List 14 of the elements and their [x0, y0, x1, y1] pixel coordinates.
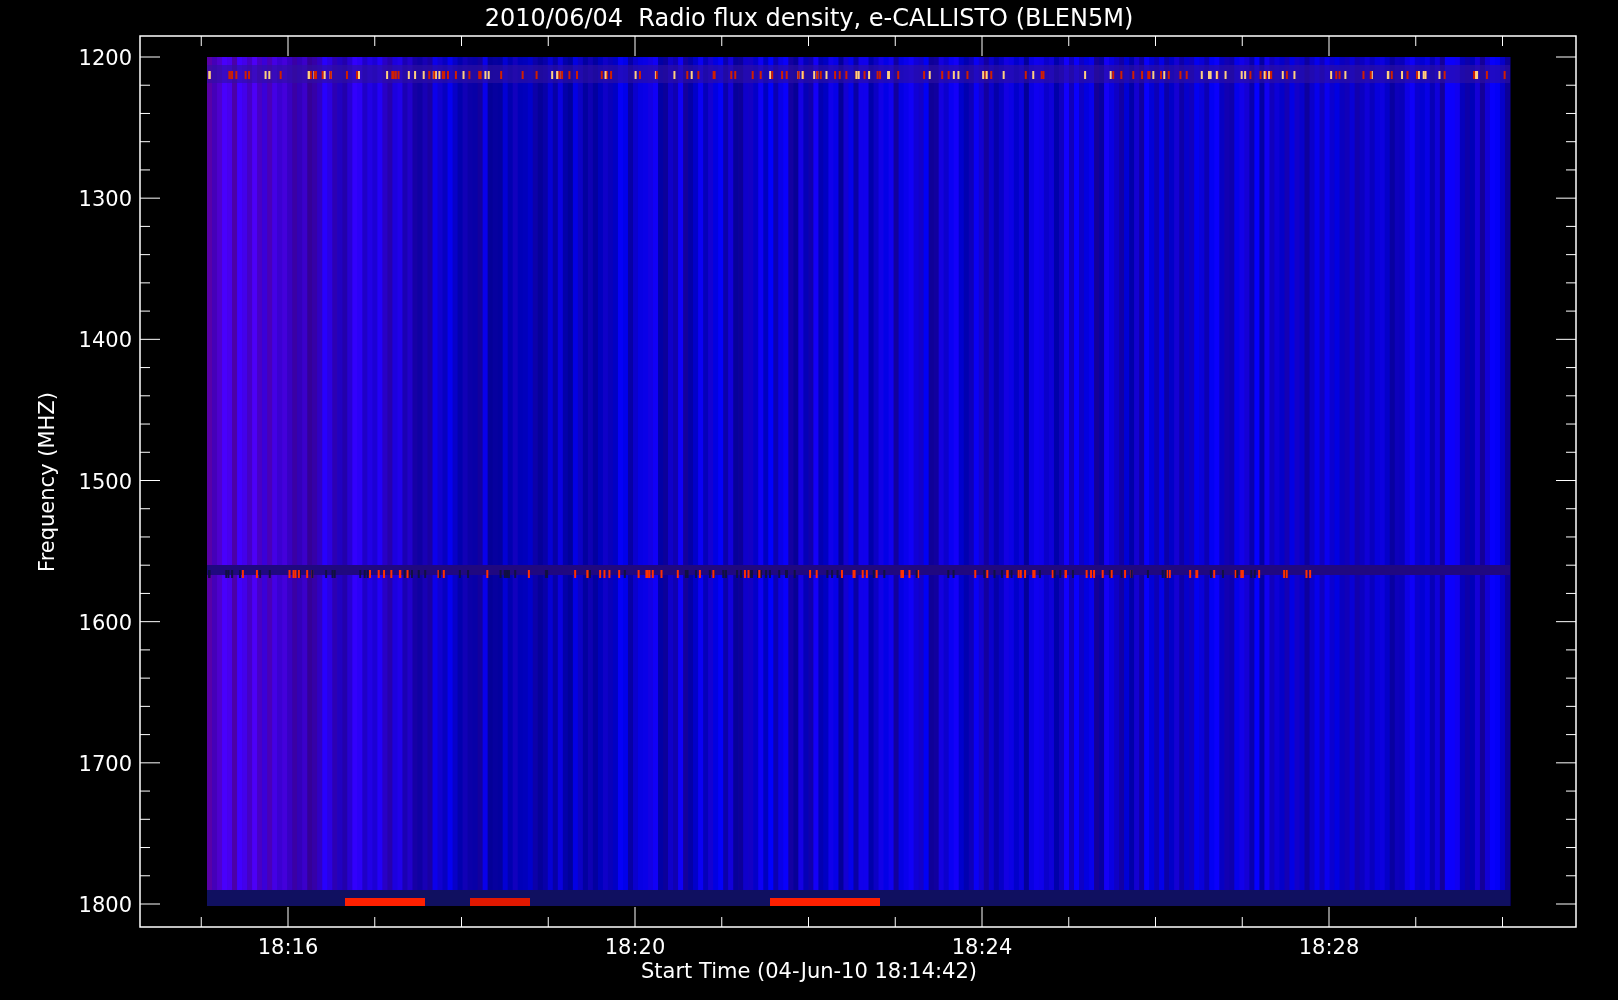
axis-label: Start Time (04-Jun-10 18:14:42) [641, 959, 977, 983]
tick-label: 1700 [78, 751, 132, 776]
tick-label: 1200 [78, 46, 132, 70]
tick-label: 1500 [78, 469, 132, 494]
axis-label: Frequency (MHZ) [35, 392, 59, 572]
tick-label: 1600 [78, 610, 132, 635]
chart-title: 2010/06/04 Radio flux density, e-CALLISTO (BLEN5M) [484, 4, 1134, 32]
tick-label: 1400 [78, 328, 132, 353]
tick-label: 18:28 [1298, 935, 1360, 959]
tick-label: 1800 [78, 893, 132, 917]
tick-label: 1300 [78, 187, 132, 212]
tick-label: 18:24 [951, 935, 1013, 959]
tick-label: 18:16 [257, 935, 319, 959]
tick-label: 18:20 [604, 935, 666, 959]
